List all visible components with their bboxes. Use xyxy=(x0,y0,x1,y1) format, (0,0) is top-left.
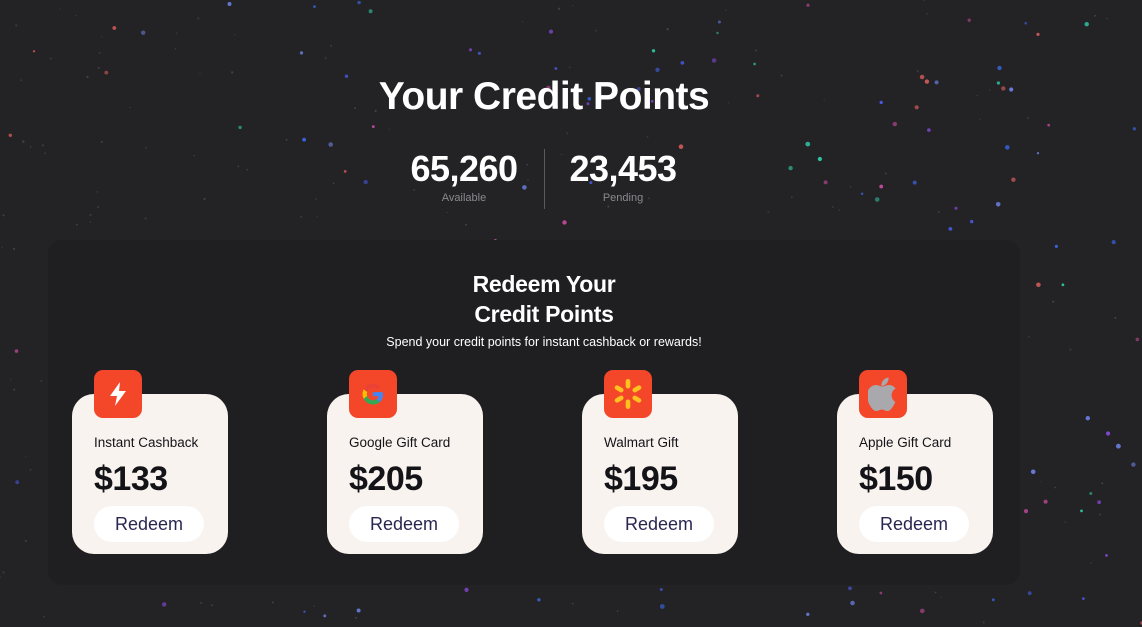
reward-card-walmart-gift: Walmart Gift $195 Redeem xyxy=(582,370,738,554)
page-title: Your Credit Points xyxy=(378,75,710,118)
reward-card-google-gift-card: Google Gift Card $205 Redeem xyxy=(327,370,483,554)
reward-card-amount: $150 xyxy=(859,460,933,498)
redeem-title-line2: Credit Points xyxy=(474,301,614,327)
lightning-icon xyxy=(94,370,142,418)
reward-card-amount: $195 xyxy=(604,460,678,498)
available-points-value: 65,260 xyxy=(410,148,518,189)
reward-card-amount: $133 xyxy=(94,460,168,498)
reward-card-name: Google Gift Card xyxy=(349,435,451,450)
available-points-label: Available xyxy=(441,192,487,204)
reward-card-instant-cashback: Instant Cashback $133 Redeem xyxy=(72,370,228,554)
google-icon xyxy=(349,370,397,418)
available-points-stat: 65,260 Available xyxy=(384,148,544,204)
redeem-button-walmart-gift[interactable]: Redeem xyxy=(604,506,714,542)
walmart-spark-icon xyxy=(604,370,652,418)
redeem-button-apple-gift-card[interactable]: Redeem xyxy=(859,506,969,542)
reward-card-apple-gift-card: Apple Gift Card $150 Redeem xyxy=(837,370,993,554)
redeem-subtitle: Spend your credit points for instant cas… xyxy=(386,335,702,349)
pending-points-value: 23,453 xyxy=(569,148,677,189)
redeem-button-google-gift-card[interactable]: Redeem xyxy=(349,506,459,542)
apple-icon xyxy=(859,370,907,418)
pending-points-stat: 23,453 Pending xyxy=(543,148,703,204)
redeem-title: Redeem Your Credit Points xyxy=(444,269,644,329)
reward-card-name: Instant Cashback xyxy=(94,435,199,450)
redeem-button-instant-cashback[interactable]: Redeem xyxy=(94,506,204,542)
redeem-title-line1: Redeem Your xyxy=(472,271,616,297)
reward-card-name: Apple Gift Card xyxy=(859,435,952,450)
reward-card-amount: $205 xyxy=(349,460,423,498)
reward-card-name: Walmart Gift xyxy=(604,435,679,450)
pending-points-label: Pending xyxy=(602,192,644,204)
